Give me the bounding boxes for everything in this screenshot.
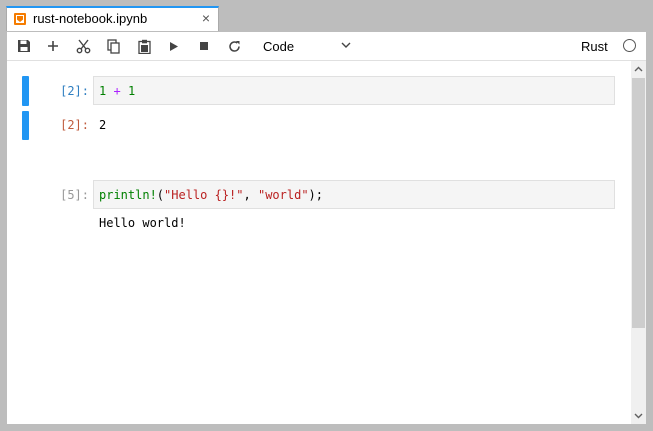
input-prompt: [2]:	[60, 84, 89, 98]
code-editor[interactable]: 1 + 1	[93, 76, 615, 105]
stop-button[interactable]	[194, 37, 214, 55]
run-button[interactable]	[164, 37, 184, 55]
cell-type-select[interactable]: Code	[259, 36, 355, 56]
stop-icon	[200, 42, 208, 50]
cut-icon	[76, 39, 90, 53]
scroll-up-button[interactable]	[631, 61, 646, 77]
output-collapser[interactable]	[22, 111, 29, 140]
chevron-down-icon	[341, 42, 351, 48]
save-icon	[18, 40, 30, 52]
cell-output: Hello world!	[99, 216, 186, 230]
tab-title: rust-notebook.ipynb	[33, 11, 148, 26]
tab-bar: rust-notebook.ipynb ×	[0, 0, 653, 31]
cell-output: 2	[99, 118, 107, 132]
kernel-name[interactable]: Rust	[581, 39, 608, 54]
chevron-up-icon	[634, 66, 643, 72]
tab-notebook[interactable]: rust-notebook.ipynb ×	[6, 6, 219, 31]
input-prompt: [5]:	[60, 188, 89, 202]
add-cell-button[interactable]	[43, 37, 63, 55]
close-icon[interactable]: ×	[202, 10, 210, 26]
run-icon	[170, 41, 178, 51]
cell-type-label: Code	[263, 38, 295, 54]
scroll-thumb[interactable]	[632, 78, 645, 328]
scroll-down-button[interactable]	[631, 408, 646, 424]
paste-button[interactable]	[134, 37, 154, 55]
output-prompt: [2]:	[60, 118, 89, 132]
input-collapser[interactable]	[22, 76, 29, 106]
paste-icon	[137, 39, 151, 54]
copy-button[interactable]	[103, 37, 123, 55]
restart-icon	[228, 40, 240, 52]
chevron-down-icon	[634, 413, 643, 419]
restart-button[interactable]	[224, 37, 244, 55]
kernel-status-icon	[623, 39, 636, 52]
add-icon	[48, 41, 58, 51]
notebook-toolbar: Code Rust	[7, 32, 646, 61]
save-button[interactable]	[14, 37, 34, 55]
code-editor[interactable]: println!("Hello {}!", "world");	[93, 180, 615, 209]
vertical-scrollbar[interactable]	[631, 61, 646, 424]
cut-button[interactable]	[73, 37, 93, 55]
notebook-icon	[14, 13, 26, 25]
copy-icon	[106, 38, 120, 54]
notebook-panel: Code Rust [2]: 1 + 1 [2]: 2 [5]: println…	[6, 31, 647, 425]
notebook-cells: [2]: 1 + 1 [2]: 2 [5]: println!("Hello {…	[7, 61, 631, 424]
